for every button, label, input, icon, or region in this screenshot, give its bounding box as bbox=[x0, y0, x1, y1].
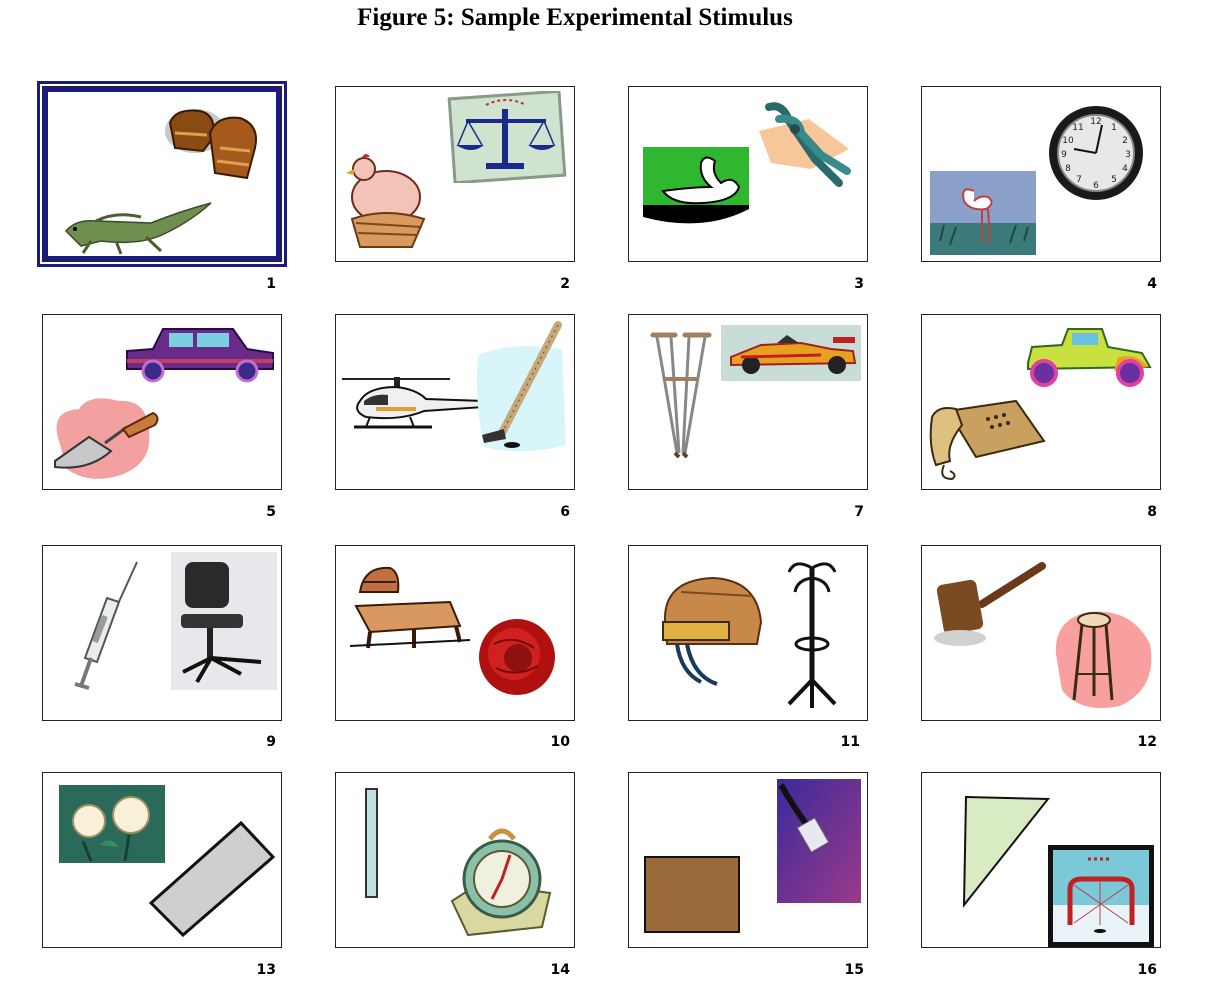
iguana-icon bbox=[64, 202, 212, 255]
stimulus-card-7[interactable] bbox=[628, 314, 868, 490]
crutches-icon bbox=[650, 332, 712, 459]
card-number: 7 bbox=[854, 504, 864, 520]
svg-text:10: 10 bbox=[1062, 136, 1074, 146]
stimulus-card-6[interactable] bbox=[335, 314, 575, 490]
red-flower-icon bbox=[479, 619, 555, 695]
stimulus-card-10[interactable] bbox=[335, 545, 575, 721]
card-number: 1 bbox=[266, 276, 276, 292]
kitchen-timer-icon bbox=[450, 828, 552, 937]
stimulus-card-5[interactable] bbox=[42, 314, 282, 490]
card-number: 14 bbox=[550, 962, 570, 978]
card-number: 16 bbox=[1137, 962, 1157, 978]
stimulus-card-16[interactable] bbox=[921, 772, 1161, 948]
brown-square-shape bbox=[644, 856, 740, 933]
svg-text:9: 9 bbox=[1061, 150, 1067, 160]
helicopter-icon bbox=[342, 377, 485, 429]
hen-on-nest-icon bbox=[346, 154, 426, 248]
svg-text:3: 3 bbox=[1125, 150, 1131, 160]
stimulus-card-2[interactable] bbox=[335, 86, 575, 262]
card-number: 11 bbox=[840, 734, 860, 750]
card-number: 4 bbox=[1147, 276, 1157, 292]
swan-icon bbox=[643, 147, 749, 224]
coat-rack-icon bbox=[787, 562, 837, 708]
thin-bar-shape bbox=[365, 788, 378, 898]
deck-chair-icon bbox=[350, 566, 470, 649]
stimulus-card-8[interactable] bbox=[921, 314, 1161, 490]
race-car-icon bbox=[721, 325, 861, 381]
stimulus-card-3[interactable] bbox=[628, 86, 868, 262]
flamingo-icon bbox=[930, 171, 1036, 255]
stimulus-card-12[interactable] bbox=[921, 545, 1161, 721]
limousine-icon bbox=[126, 328, 274, 383]
trowel-icon bbox=[54, 398, 159, 479]
wall-clock-icon: 12 12 3 45 6 78 9 10 11 bbox=[1049, 106, 1143, 200]
bar-stool-icon bbox=[1055, 611, 1152, 708]
pliers-icon bbox=[759, 102, 851, 187]
svg-text:5: 5 bbox=[1111, 175, 1117, 185]
svg-text:2: 2 bbox=[1122, 136, 1128, 146]
svg-text:1: 1 bbox=[1111, 123, 1117, 133]
stimulus-card-15[interactable] bbox=[628, 772, 868, 948]
card-number: 3 bbox=[854, 276, 864, 292]
gavel-icon bbox=[934, 562, 1046, 646]
svg-text:12: 12 bbox=[1090, 117, 1101, 127]
stimulus-card-14[interactable] bbox=[335, 772, 575, 948]
svg-text:6: 6 bbox=[1093, 181, 1099, 191]
svg-text:7: 7 bbox=[1076, 175, 1082, 185]
svg-text:11: 11 bbox=[1072, 123, 1083, 133]
card-number: 9 bbox=[266, 734, 276, 750]
card-number: 6 bbox=[560, 504, 570, 520]
card-number: 8 bbox=[1147, 504, 1157, 520]
hockey-stick-icon bbox=[476, 321, 566, 452]
stimulus-card-9[interactable] bbox=[42, 545, 282, 721]
card-number: 2 bbox=[560, 276, 570, 292]
scales-of-justice-icon bbox=[447, 91, 567, 183]
stimulus-card-4[interactable]: 12 1 2 3 45 6 78 9 10 11 bbox=[921, 86, 1161, 262]
network-cable-icon bbox=[777, 779, 861, 903]
card-number: 13 bbox=[256, 962, 276, 978]
card-number: 15 bbox=[844, 962, 864, 978]
hockey-net-icon bbox=[1048, 845, 1154, 947]
syringe-icon bbox=[74, 561, 138, 690]
hockey-helmet-icon bbox=[662, 576, 763, 686]
stimulus-card-13[interactable] bbox=[42, 772, 282, 948]
green-triangle-shape bbox=[962, 795, 1051, 908]
svg-text:4: 4 bbox=[1122, 164, 1128, 174]
card-number: 12 bbox=[1137, 734, 1157, 750]
vintage-car-icon bbox=[1027, 328, 1152, 387]
card-number: 10 bbox=[550, 734, 570, 750]
stimulus-card-1[interactable] bbox=[37, 81, 287, 267]
stimulus-card-11[interactable] bbox=[628, 545, 868, 721]
gray-rectangle-shape bbox=[148, 820, 276, 937]
svg-text:8: 8 bbox=[1065, 164, 1071, 174]
hockey-gloves-icon bbox=[165, 109, 257, 180]
fax-phone-icon bbox=[929, 399, 1046, 481]
figure-title: Figure 5: Sample Experimental Stimulus bbox=[357, 4, 793, 31]
office-chair-icon bbox=[171, 552, 277, 690]
card-number: 5 bbox=[266, 504, 276, 520]
